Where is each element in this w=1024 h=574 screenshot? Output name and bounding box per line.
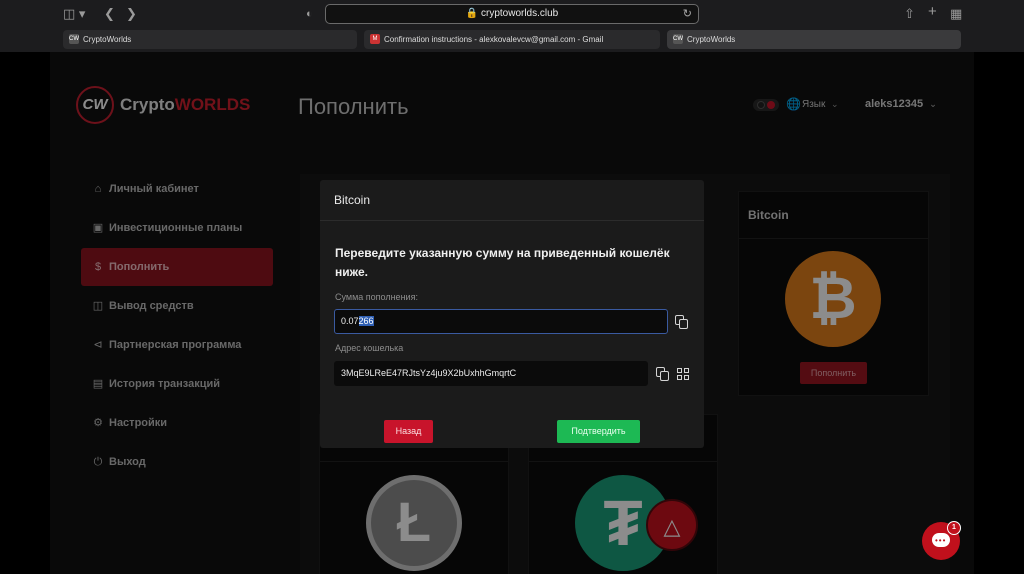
cryptoworlds-favicon-icon: CW [69,34,79,44]
forward-arrow-icon[interactable]: ❯ [126,6,137,22]
wallet-address-field[interactable]: 3MqE9LReE47RJtsYz4ju9X2bUxhhGmqrtC [334,361,648,386]
tab-label: CryptoWorlds [83,35,132,44]
amount-label: Сумма пополнения: [335,292,418,302]
sidebar-toggle-icon[interactable]: ◫ ▾ [63,6,85,22]
reload-icon[interactable]: ↻ [683,7,692,20]
page: CW CryptoWORLDS Пополнить 🌐 Язык ⌄ aleks… [50,52,974,574]
url-value: cryptoworlds.club [480,8,559,19]
tab-cryptoworlds-1[interactable]: CW CryptoWorlds [63,30,357,49]
gmail-favicon-icon: M [370,34,380,44]
tab-bar: CW CryptoWorlds M Confirmation instructi… [0,30,1024,50]
cryptoworlds-favicon-icon: CW [673,34,683,44]
qr-code-icon[interactable] [677,368,689,380]
confirm-button[interactable]: Подтвердить [557,420,640,443]
share-icon[interactable]: ⇧ [904,6,915,22]
chat-dots: ••• [935,536,947,545]
wallet-label: Адрес кошелька [335,343,404,353]
amount-value-selected: 266 [358,316,374,326]
copy-amount-icon[interactable] [675,315,689,329]
deposit-modal: Bitcoin Переведите указанную сумму на пр… [320,180,704,448]
modal-instructions: Переведите указанную сумму на приведенны… [335,246,670,279]
tab-label: Confirmation instructions - alexkovalevc… [384,35,604,44]
shield-icon[interactable]: ◐ [306,6,313,22]
url-text: 🔒 cryptoworlds.club [465,8,559,19]
amount-value: 0.07 [341,316,359,326]
new-tab-icon[interactable]: + [928,4,937,20]
browser-toolbar: ◫ ▾ ❮ ❯ ◐ 🔒 cryptoworlds.club ↻ ⇧ + ▦ [0,0,1024,28]
chat-notification-badge: 1 [947,521,961,535]
browser-chrome: ◫ ▾ ❮ ❯ ◐ 🔒 cryptoworlds.club ↻ ⇧ + ▦ CW… [0,0,1024,52]
back-button[interactable]: Назад [384,420,433,443]
amount-input[interactable]: 0.07266 [334,309,668,334]
tab-label: CryptoWorlds [687,35,736,44]
copy-wallet-icon[interactable] [656,367,670,381]
modal-title: Bitcoin [334,193,371,207]
tab-cryptoworlds-2[interactable]: CW CryptoWorlds [667,30,961,49]
back-arrow-icon[interactable]: ❮ [104,6,115,22]
tab-gmail[interactable]: M Confirmation instructions - alexkovale… [364,30,660,49]
tab-overview-icon[interactable]: ▦ [950,6,962,22]
modal-header: Bitcoin [320,180,704,221]
address-bar[interactable]: 🔒 cryptoworlds.club ↻ [325,4,699,24]
